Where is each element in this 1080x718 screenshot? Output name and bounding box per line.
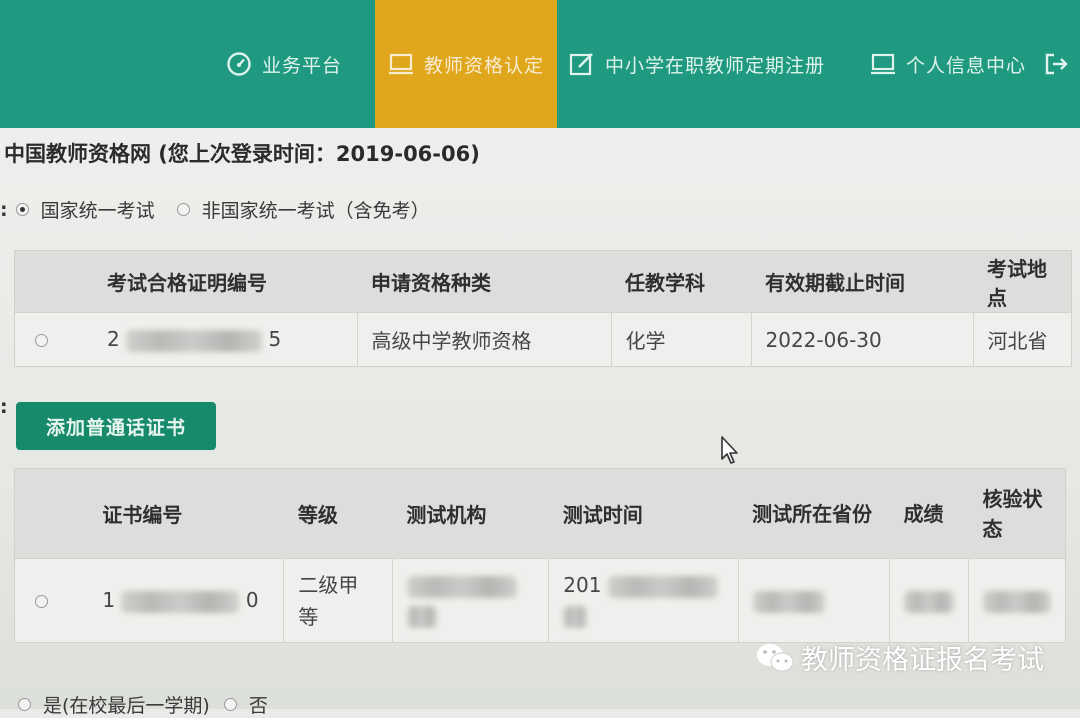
table-header-row: 证书编号 等级 测试机构 测试时间 测试所在省份 成绩 核验状态	[14, 468, 1066, 559]
column-header: 考试地点	[973, 250, 1072, 313]
field-label-colon: :	[0, 198, 8, 221]
redacted-value	[607, 575, 718, 598]
row-select-radio[interactable]	[35, 594, 48, 608]
redacted-value	[983, 590, 1051, 613]
select-column-header	[14, 468, 89, 559]
redacted-value	[126, 329, 263, 352]
radio-label-non-national-exam: 非国家统一考试（含免考）	[201, 200, 430, 222]
mouse-cursor-icon	[721, 436, 738, 464]
level-cell: 二级甲等	[283, 558, 393, 643]
column-header: 考试合格证明编号	[93, 250, 357, 313]
table-header-row: 考试合格证明编号 申请资格种类 任教学科 有效期截止时间 考试地点	[14, 250, 1072, 313]
column-header: 等级	[283, 468, 393, 559]
top-navigation-bar: 业务平台 教师资格认定 中小学在职教师定期注册 个人信息中心	[0, 0, 1080, 128]
test-province-cell	[737, 558, 890, 643]
radio-national-exam[interactable]	[15, 203, 29, 216]
radio-yes[interactable]	[18, 698, 31, 711]
monitor-icon	[870, 52, 896, 76]
wechat-icon	[757, 643, 794, 671]
cert-number-suffix: 0	[245, 588, 259, 613]
column-header: 证书编号	[88, 468, 284, 559]
column-header: 测试时间	[548, 468, 739, 559]
redacted-value	[121, 590, 240, 613]
verification-status-cell	[968, 558, 1066, 643]
column-header: 任教学科	[611, 250, 751, 313]
cert-number-cell: 2 5	[93, 312, 357, 367]
score-cell	[888, 558, 969, 643]
redacted-value	[563, 605, 588, 628]
exam-certificate-table: 考试合格证明编号 申请资格种类 任教学科 有效期截止时间 考试地点 2 5 高级…	[14, 250, 1072, 367]
row-select-cell	[14, 558, 89, 643]
expiry-cell: 2022-06-30	[750, 312, 973, 367]
add-mandarin-certificate-button[interactable]: 添加普通话证书	[16, 402, 216, 450]
mandarin-certificate-table: 证书编号 等级 测试机构 测试时间 测试所在省份 成绩 核验状态 1 0 二级甲…	[14, 468, 1066, 643]
test-org-cell	[391, 558, 549, 643]
nav-item-business-platform[interactable]: 业务平台	[226, 0, 342, 128]
row-select-radio[interactable]	[35, 333, 48, 347]
exam-type-radio-group: : 国家统一考试 非国家统一考试（含免考）	[0, 196, 430, 223]
watermark-text: 教师资格证报名考试	[801, 645, 1044, 676]
monitor-icon	[388, 52, 414, 76]
field-label-colon: :	[0, 396, 8, 418]
redacted-value	[406, 605, 437, 628]
logout-icon	[1044, 52, 1070, 76]
nav-item-logout[interactable]	[1044, 0, 1080, 128]
nav-label: 教师资格认定	[423, 54, 544, 77]
main-content: 中国教师资格网 (您上次登录时间：2019-06-06) : 国家统一考试 非国…	[0, 128, 1080, 717]
radio-label-yes: 是(在校最后一学期)	[43, 695, 210, 717]
radio-label-no: 否	[248, 695, 268, 717]
column-header: 测试所在省份	[738, 468, 890, 559]
nav-item-periodic-registration[interactable]: 中小学在职教师定期注册	[569, 0, 825, 128]
test-time-prefix: 201	[563, 573, 602, 598]
radio-non-national-exam[interactable]	[176, 203, 190, 216]
page-title: 中国教师资格网 (您上次登录时间：2019-06-06)	[4, 142, 480, 166]
select-column-header	[14, 250, 93, 313]
column-header: 有效期截止时间	[751, 250, 973, 313]
table-row: 1 0 二级甲等 201	[14, 558, 1066, 643]
dashboard-icon	[226, 51, 252, 77]
nav-label: 中小学在职教师定期注册	[605, 54, 826, 77]
column-header: 核验状态	[968, 468, 1066, 559]
column-header: 测试机构	[392, 468, 549, 559]
redacted-value	[903, 590, 954, 613]
qualification-cell: 高级中学教师资格	[356, 312, 611, 367]
redacted-value	[406, 575, 517, 598]
edit-icon	[569, 51, 595, 77]
redacted-value	[752, 590, 825, 613]
subject-cell: 化学	[610, 312, 751, 367]
radio-no[interactable]	[223, 698, 237, 711]
cert-number-prefix: 2	[107, 327, 120, 352]
nav-label: 个人信息中心	[906, 54, 1027, 77]
radio-label-national-exam: 国家统一考试	[40, 200, 155, 222]
wechat-watermark: 教师资格证报名考试	[755, 638, 1044, 677]
cert-number-prefix: 1	[102, 588, 116, 613]
column-header: 申请资格种类	[357, 250, 611, 313]
cert-number-suffix: 5	[268, 327, 282, 352]
last-semester-radio-group: 是(在校最后一学期) 否	[0, 691, 268, 718]
location-cell: 河北省	[972, 312, 1072, 367]
mandarin-cert-number-cell: 1 0	[88, 558, 284, 643]
column-header: 成绩	[889, 468, 969, 559]
nav-label: 业务平台	[262, 54, 343, 77]
row-select-cell	[14, 312, 93, 367]
nav-item-personal-info[interactable]: 个人信息中心	[870, 0, 1026, 128]
test-time-cell: 201	[548, 558, 739, 643]
table-row: 2 5 高级中学教师资格 化学 2022-06-30 河北省	[14, 312, 1072, 367]
nav-item-teacher-qualification[interactable]: 教师资格认定	[375, 0, 557, 128]
